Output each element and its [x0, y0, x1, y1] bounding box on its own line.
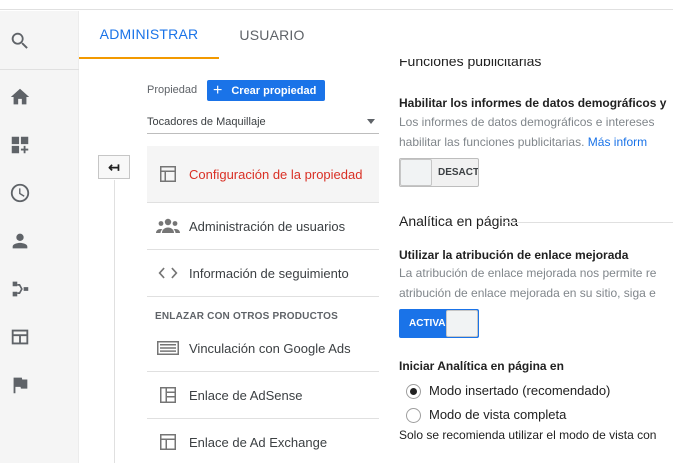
collapse-back-button[interactable]: ↤ [98, 155, 130, 179]
nav-item-ad-exchange-link[interactable]: Enlace de Ad Exchange [147, 419, 379, 465]
nav-item-label: Configuración de la propiedad [189, 166, 363, 182]
tab-bar: ADMINISTRAR USUARIO [79, 11, 673, 59]
search-icon[interactable] [0, 21, 40, 61]
inpage-analytics-heading: Analítica en página [399, 213, 519, 229]
rail-divider [0, 69, 79, 70]
radio-embedded-label[interactable]: Modo insertado (recomendado) [429, 383, 610, 398]
clock-icon[interactable] [0, 173, 40, 213]
tab-admin[interactable]: ADMINISTRAR [79, 11, 219, 59]
adexchange-icon [155, 433, 181, 451]
start-inpage-title: Iniciar Analítica en página en [399, 359, 564, 373]
divider [147, 296, 379, 297]
property-column: Propiedad + Crear propiedad Tocadores de… [79, 59, 389, 463]
browser-icon[interactable] [0, 317, 40, 357]
dashboard-add-icon[interactable] [0, 125, 40, 165]
nav-item-label: Enlace de AdSense [189, 387, 303, 403]
nav-item-label: Vinculación con Google Ads [189, 340, 351, 356]
top-bar [0, 0, 673, 10]
nav-item-property-settings[interactable]: Configuración de la propiedad [147, 146, 379, 202]
enhanced-link-attribution-title: Utilizar la atribución de enlace mejorad… [399, 248, 629, 262]
ad-features-heading: Funciones publicitarias [399, 59, 542, 69]
section-divider [503, 222, 673, 223]
column-guide-line [114, 180, 115, 463]
radio-full-view-label[interactable]: Modo de vista completa [429, 407, 566, 422]
nav-item-google-ads-link[interactable]: Vinculación con Google Ads [147, 325, 379, 371]
toggle-knob [400, 159, 432, 186]
dropdown-caret-icon [367, 119, 375, 124]
code-icon [155, 266, 181, 280]
ads-icon [155, 340, 181, 356]
full-view-note: Solo se recomienda utilizar el modo de v… [399, 428, 657, 442]
tab-user[interactable]: USUARIO [219, 11, 325, 59]
toggle-state-label: ACTIVA [409, 318, 446, 329]
nav-item-tracking-info[interactable]: Información de seguimiento [147, 250, 379, 296]
home-icon[interactable] [0, 77, 40, 117]
demographics-description-line1: Los informes de datos demográficos e int… [399, 115, 655, 129]
layout-icon [155, 164, 181, 184]
create-property-label: Crear propiedad [231, 84, 317, 97]
person-icon[interactable] [0, 221, 40, 261]
adsense-icon [155, 386, 181, 404]
attribution-toggle[interactable]: ACTIVA [399, 309, 479, 338]
people-icon [155, 218, 181, 234]
radio-embedded-mode[interactable] [406, 384, 421, 399]
radio-full-view-mode[interactable] [406, 408, 421, 423]
toggle-knob [446, 310, 478, 337]
demographics-description-line2: habilitar las funciones publicitarias. M… [399, 132, 647, 152]
property-select[interactable]: Tocadores de Maquillaje [147, 110, 379, 134]
nav-item-label: Enlace de Ad Exchange [189, 434, 328, 450]
property-label: Propiedad [147, 84, 198, 96]
fork-icon[interactable] [0, 269, 40, 309]
settings-panel: Funciones publicitarias Habilitar los in… [389, 59, 673, 463]
back-arrow-icon: ↤ [108, 158, 120, 175]
nav-item-label: Información de seguimiento [189, 265, 349, 281]
nav-item-user-management[interactable]: Administración de usuarios [147, 203, 379, 249]
demographics-title: Habilitar los informes de datos demográf… [399, 96, 667, 110]
property-select-value: Tocadores de Maquillaje [147, 115, 266, 128]
demographics-toggle[interactable]: DESACT [399, 158, 479, 187]
toggle-state-label: DESACT [438, 167, 479, 178]
left-rail [0, 11, 79, 463]
attribution-description-line1: La atribución de enlace mejorada nos per… [399, 266, 657, 280]
plus-icon: + [213, 81, 223, 99]
attribution-description-line2: atribución de enlace mejorada en su siti… [399, 286, 656, 300]
section-heading-linking: ENLAZAR CON OTROS PRODUCTOS [155, 311, 338, 322]
nav-item-label: Administración de usuarios [189, 218, 346, 234]
demographics-description-text: habilitar las funciones publicitarias. [399, 135, 585, 149]
nav-item-adsense-link[interactable]: Enlace de AdSense [147, 372, 379, 418]
flag-icon[interactable] [0, 365, 40, 405]
learn-more-link[interactable]: Más inform [588, 135, 647, 149]
create-property-button[interactable]: + Crear propiedad [207, 80, 325, 101]
